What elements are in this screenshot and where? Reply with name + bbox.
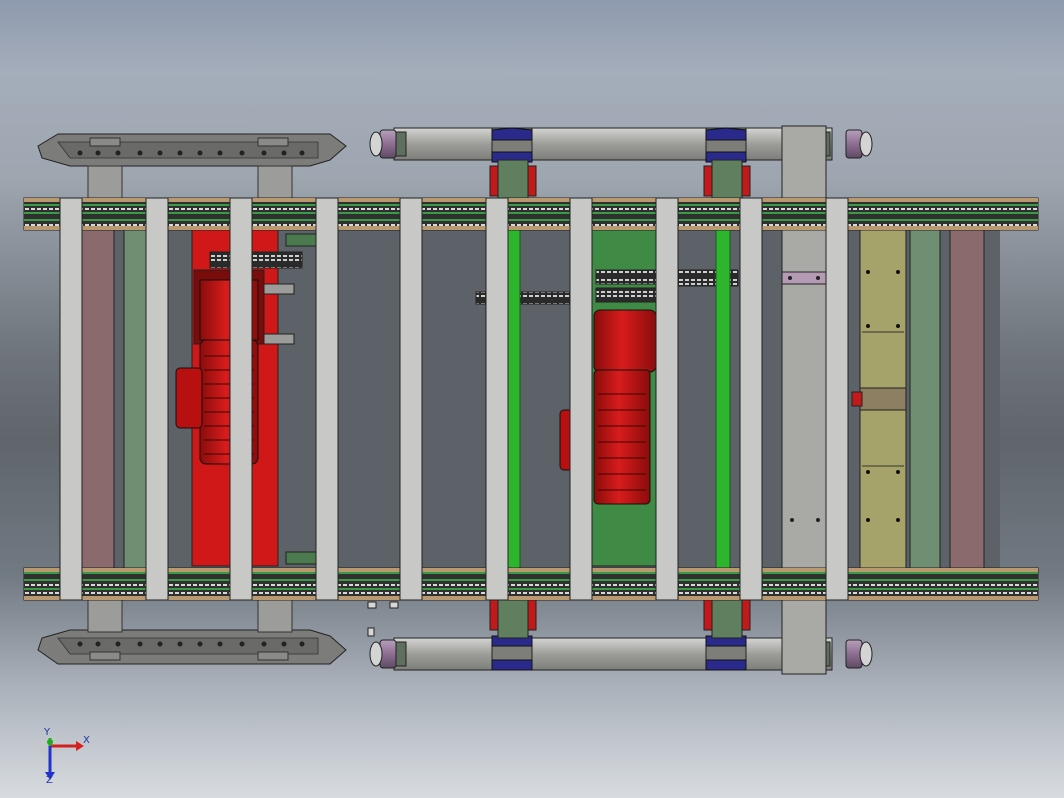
guide-post [257,597,293,633]
guide-post [87,165,123,201]
top-left-curved-guide [37,133,347,167]
top-roller-beam [369,125,873,203]
right-cross-member [781,227,829,569]
olive-guide-rail [851,227,907,569]
right-end-pad [949,227,985,569]
guide-post [257,165,293,201]
bottom-roller-beam [369,595,873,675]
top-chain-rail [23,197,1039,231]
bottom-left-curved-guide [37,629,347,665]
green-drive-shaft [715,227,731,569]
conveyor-assembly-model[interactable] [0,0,1064,798]
orientation-triad[interactable]: X Y Z [36,728,100,788]
left-green-rail [123,227,147,569]
x-axis-label: X [83,735,90,746]
cad-viewport[interactable]: X Y Z [0,0,1064,798]
bottom-chain-rail [23,567,1039,601]
loose-bolts [367,601,399,637]
right-green-rail [909,227,941,569]
z-axis-label: Z [46,775,53,786]
left-end-pad [79,227,115,569]
y-axis-label: Y [44,727,51,738]
guide-post [87,597,123,633]
